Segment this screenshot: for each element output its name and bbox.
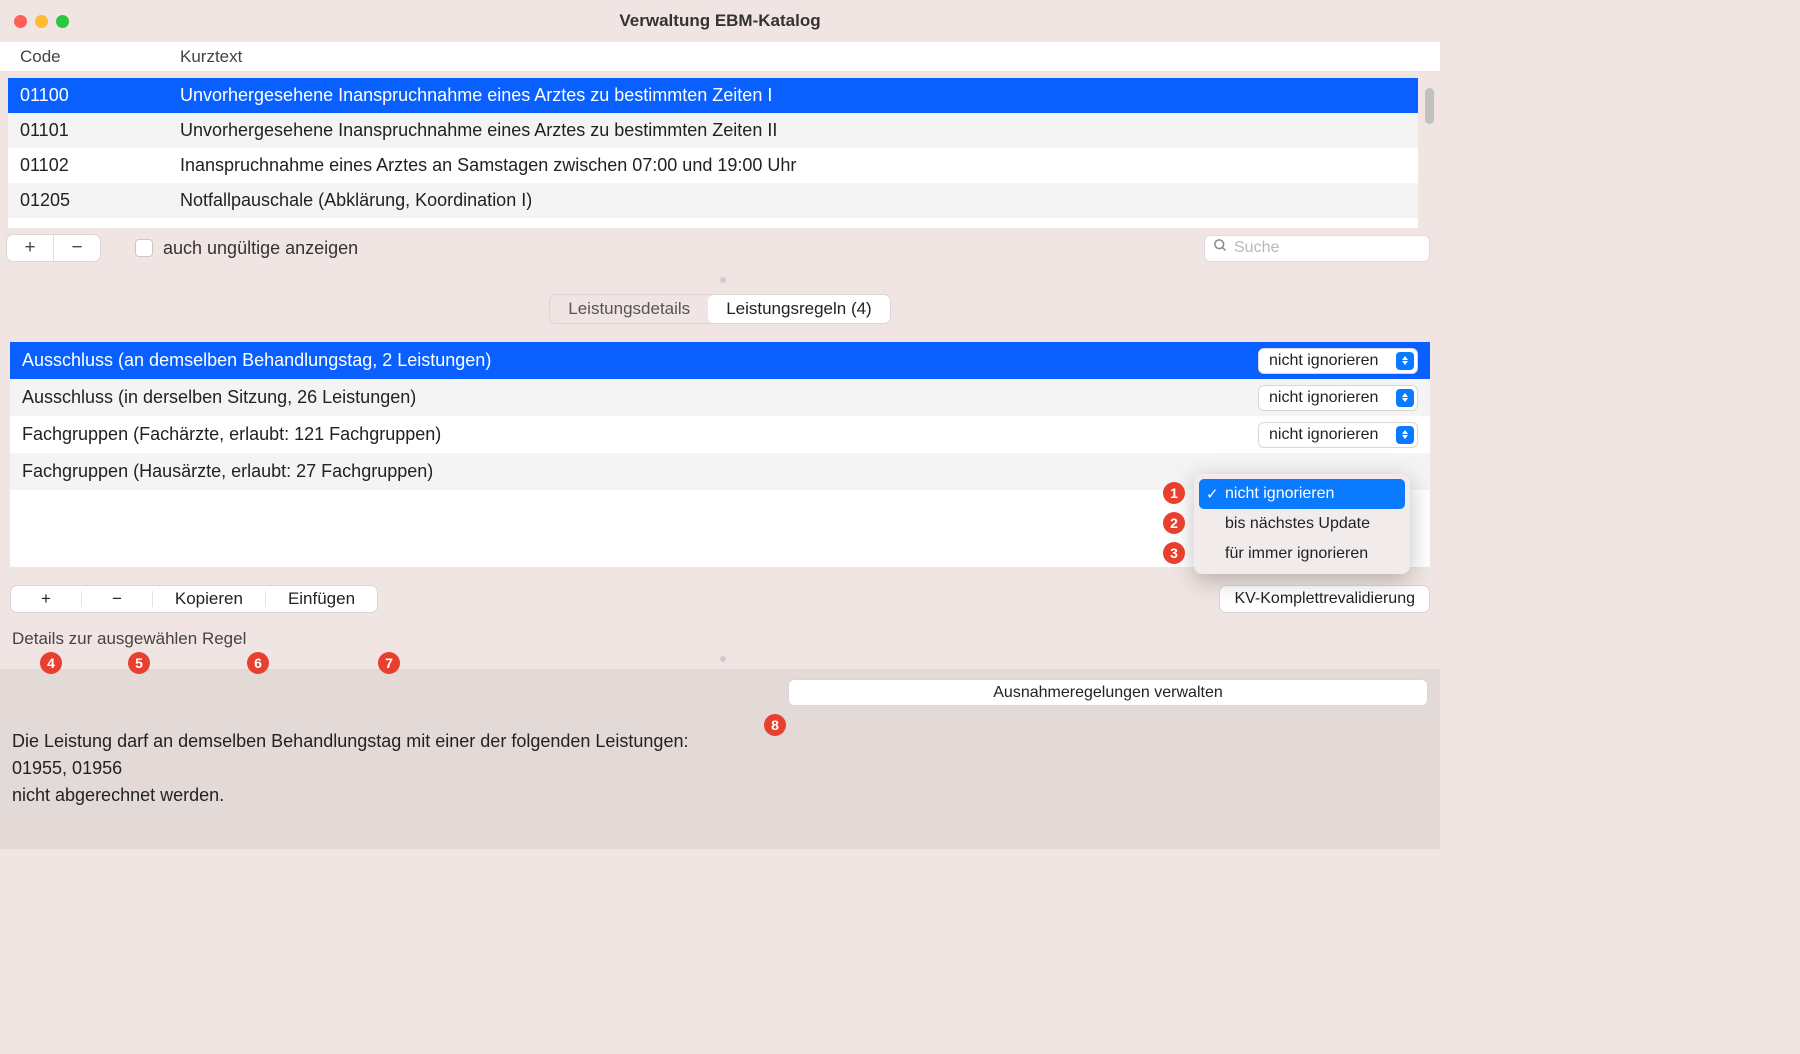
- remove-button[interactable]: −: [54, 235, 100, 261]
- chevron-updown-icon: [1396, 352, 1414, 370]
- header-code[interactable]: Code: [20, 47, 180, 67]
- rule-text: Fachgruppen (Fachärzte, erlaubt: 121 Fac…: [22, 424, 441, 445]
- zoom-icon[interactable]: [56, 15, 69, 28]
- table-row[interactable]: 01100 Unvorhergesehene Inanspruchnahme e…: [8, 78, 1418, 113]
- catalog-toolbar: + − auch ungültige anzeigen Suche: [0, 228, 1440, 262]
- cell-text: Unvorhergesehene Inanspruchnahme eines A…: [180, 120, 777, 141]
- remove-rule-button[interactable]: −: [82, 586, 152, 612]
- ignore-dropdown[interactable]: nicht ignorieren: [1258, 348, 1418, 374]
- rule-text: Fachgruppen (Hausärzte, erlaubt: 27 Fach…: [22, 461, 433, 482]
- table-row[interactable]: Ausschluss (in derselben Sitzung, 26 Lei…: [10, 379, 1430, 416]
- paste-button[interactable]: Einfügen: [266, 586, 377, 612]
- detail-heading: Details zur ausgewählen Regel: [12, 629, 1440, 649]
- window-title: Verwaltung EBM-Katalog: [619, 11, 820, 31]
- table-row[interactable]: Fachgruppen (Fachärzte, erlaubt: 121 Fac…: [10, 416, 1430, 453]
- cell-code: 01102: [20, 155, 180, 176]
- detail-section: Ausnahmeregelungen verwalten Die Leistun…: [0, 669, 1440, 849]
- cell-code: 01100: [20, 85, 180, 106]
- tab-leistungsdetails[interactable]: Leistungsdetails: [550, 295, 708, 323]
- add-remove-group: + −: [6, 234, 101, 262]
- annotation-badge: 8: [764, 714, 786, 736]
- divider-dot: [720, 277, 726, 283]
- close-icon[interactable]: [14, 15, 27, 28]
- search-placeholder: Suche: [1234, 239, 1279, 257]
- kv-revalidate-button[interactable]: KV-Komplettrevalidierung: [1219, 585, 1430, 613]
- catalog-table[interactable]: 01100 Unvorhergesehene Inanspruchnahme e…: [8, 78, 1418, 228]
- titlebar: Verwaltung EBM-Katalog: [0, 0, 1440, 42]
- ignore-dropdown[interactable]: nicht ignorieren: [1258, 422, 1418, 448]
- copy-button[interactable]: Kopieren: [153, 586, 265, 612]
- show-invalid-checkbox[interactable]: [135, 239, 153, 257]
- tab-bar: Leistungsdetails Leistungsregeln (4): [0, 294, 1440, 324]
- table-row[interactable]: 01102 Inanspruchnahme eines Arztes an Sa…: [8, 148, 1418, 183]
- ignore-popup-menu: nicht ignorieren bis nächstes Update für…: [1194, 474, 1410, 574]
- catalog-header: Code Kurztext: [0, 42, 1440, 72]
- menu-item-nicht-ignorieren[interactable]: nicht ignorieren: [1199, 479, 1405, 509]
- show-invalid-label: auch ungültige anzeigen: [163, 238, 358, 259]
- cell-code: 01205: [20, 190, 180, 211]
- cell-code: 01101: [20, 120, 180, 141]
- annotation-badge: 6: [247, 652, 269, 674]
- cell-text: Unvorhergesehene Inanspruchnahme eines A…: [180, 85, 772, 106]
- window-controls: [14, 15, 69, 28]
- menu-item-bis-naechstes-update[interactable]: bis nächstes Update: [1199, 509, 1405, 539]
- add-button[interactable]: +: [7, 235, 53, 261]
- rule-text: Ausschluss (in derselben Sitzung, 26 Lei…: [22, 387, 416, 408]
- rules-table: Ausschluss (an demselben Behandlungstag,…: [10, 342, 1430, 567]
- chevron-updown-icon: [1396, 426, 1414, 444]
- tab-leistungsregeln[interactable]: Leistungsregeln (4): [708, 295, 890, 323]
- ignore-dropdown[interactable]: nicht ignorieren: [1258, 385, 1418, 411]
- annotation-badge: 2: [1163, 512, 1185, 534]
- cell-text: Notfallpauschale (Abklärung, Koordinatio…: [180, 190, 532, 211]
- table-row[interactable]: Ausschluss (an demselben Behandlungstag,…: [10, 342, 1430, 379]
- annotation-badge: 5: [128, 652, 150, 674]
- minimize-icon[interactable]: [35, 15, 48, 28]
- header-kurztext[interactable]: Kurztext: [180, 47, 242, 67]
- cell-text: Inanspruchnahme eines Arztes an Samstage…: [180, 155, 796, 176]
- divider-dot: [720, 656, 726, 662]
- detail-text: Die Leistung darf an demselben Behandlun…: [12, 728, 1428, 809]
- scrollbar-thumb[interactable]: [1425, 88, 1434, 124]
- table-row[interactable]: 01101 Unvorhergesehene Inanspruchnahme e…: [8, 113, 1418, 148]
- annotation-badge: 3: [1163, 542, 1185, 564]
- table-row[interactable]: 01205 Notfallpauschale (Abklärung, Koord…: [8, 183, 1418, 218]
- search-input[interactable]: Suche: [1204, 235, 1430, 262]
- rules-toolbar: + − Kopieren Einfügen KV-Komplettrevalid…: [0, 585, 1440, 613]
- chevron-updown-icon: [1396, 389, 1414, 407]
- menu-item-fuer-immer-ignorieren[interactable]: für immer ignorieren: [1199, 539, 1405, 569]
- rules-action-group: + − Kopieren Einfügen: [10, 585, 378, 613]
- search-icon: [1213, 238, 1228, 258]
- annotation-badge: 1: [1163, 482, 1185, 504]
- annotation-badge: 4: [40, 652, 62, 674]
- annotation-badge: 7: [378, 652, 400, 674]
- add-rule-button[interactable]: +: [11, 586, 81, 612]
- rule-text: Ausschluss (an demselben Behandlungstag,…: [22, 350, 491, 371]
- manage-exceptions-button[interactable]: Ausnahmeregelungen verwalten: [788, 679, 1428, 706]
